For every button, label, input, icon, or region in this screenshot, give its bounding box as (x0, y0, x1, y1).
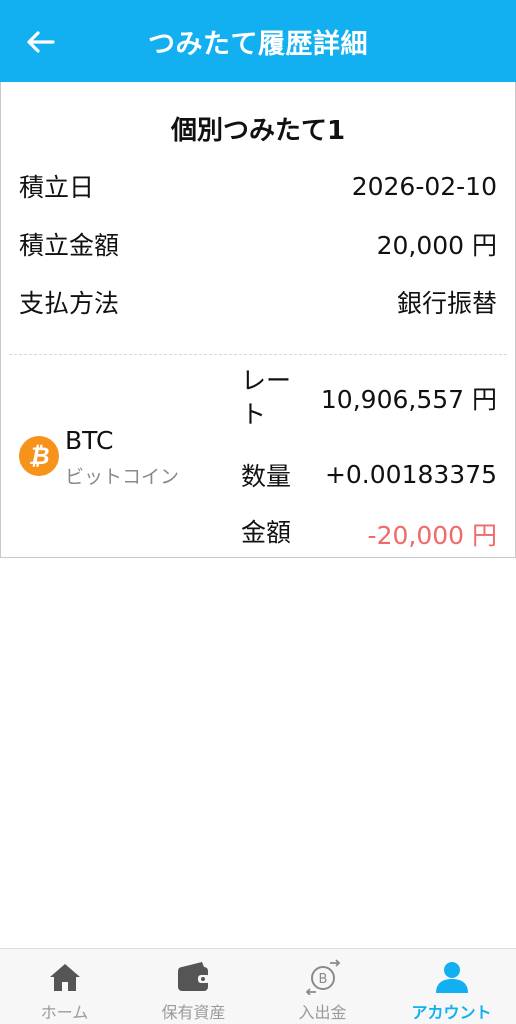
total-amount-label: 金額 (241, 518, 292, 547)
coin-name: ビットコイン (65, 466, 180, 488)
payment-method-value: 銀行振替 (396, 289, 497, 318)
info-row-payment-method: 支払方法 銀行振替 (19, 282, 497, 322)
rate-value: 10,906,557 円 (320, 385, 497, 414)
nav-label-deposit-withdraw: 入出金 (298, 1003, 347, 1022)
nav-item-deposit-withdraw[interactable]: B 入出金 (258, 949, 387, 1024)
rate-label: レート (241, 366, 292, 429)
date-value: 2026-02-10 (351, 171, 497, 201)
nav-item-account[interactable]: アカウント (387, 949, 516, 1024)
home-icon (45, 959, 85, 995)
card-title: 個別つみたて1 (170, 116, 346, 146)
date-label: 積立日 (19, 173, 95, 202)
nav-item-assets[interactable]: 保有資産 (129, 949, 258, 1024)
nav-label-account: アカウント (411, 1003, 492, 1022)
wallet-icon (174, 959, 214, 995)
history-detail-card: 個別つみたて1 積立日 2026-02-10 積立金額 20,000 円 支払方… (0, 82, 516, 558)
app-header: つみたて履歴詳細 (0, 0, 516, 82)
quantity-value: +0.00183375 (324, 460, 497, 489)
page-title: つみたて履歴詳細 (148, 28, 368, 60)
bitcoin-transfer-icon: B (303, 959, 343, 995)
total-amount-value: -20,000 円 (367, 521, 497, 550)
info-row-date: 積立日 2026-02-10 (19, 166, 497, 206)
coin-symbol: BTC (65, 426, 114, 455)
payment-method-label: 支払方法 (19, 289, 120, 318)
divider (9, 354, 507, 355)
amount-label: 積立金額 (19, 231, 120, 260)
coin-info: ₿ BTC ビットコイン (19, 422, 219, 492)
svg-text:B: B (318, 972, 327, 987)
nav-label-assets: 保有資産 (161, 1003, 226, 1022)
nav-item-home[interactable]: ホーム (0, 949, 129, 1024)
person-icon (432, 959, 472, 995)
nav-label-home: ホーム (40, 1003, 89, 1022)
amount-value: 20,000 円 (376, 231, 497, 260)
bitcoin-icon: ₿ (19, 436, 59, 476)
bottom-nav: ホーム 保有資産 B 入出金 アカウント (0, 948, 516, 1024)
app-root: つみたて履歴詳細 個別つみたて1 積立日 2026-02-10 積立金額 20,… (0, 0, 516, 1024)
quantity-label: 数量 (241, 462, 292, 491)
info-row-amount: 積立金額 20,000 円 (19, 224, 497, 264)
